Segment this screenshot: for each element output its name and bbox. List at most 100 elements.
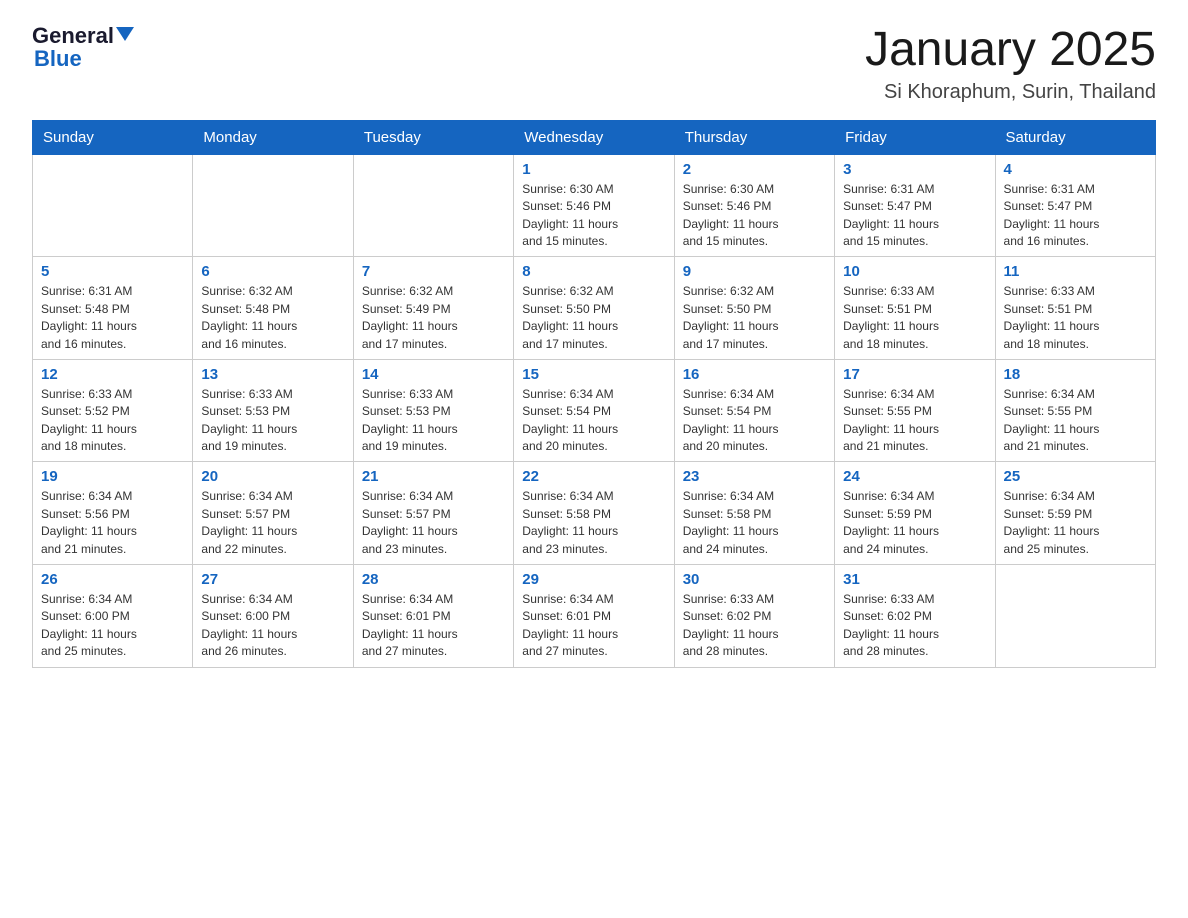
day-number: 18 (1004, 366, 1147, 383)
day-info: Sunrise: 6:31 AM Sunset: 5:47 PM Dayligh… (843, 181, 986, 251)
calendar-body: 1 Sunrise: 6:30 AM Sunset: 5:46 PM Daylig… (33, 154, 1156, 667)
calendar-cell (33, 154, 193, 257)
calendar-cell: 30 Sunrise: 6:33 AM Sunset: 6:02 PM Dayli… (674, 565, 834, 668)
day-info: Sunrise: 6:33 AM Sunset: 5:53 PM Dayligh… (362, 386, 505, 456)
calendar-cell: 17 Sunrise: 6:34 AM Sunset: 5:55 PM Dayli… (835, 359, 995, 462)
calendar-cell: 1 Sunrise: 6:30 AM Sunset: 5:46 PM Daylig… (514, 154, 674, 257)
day-info: Sunrise: 6:32 AM Sunset: 5:50 PM Dayligh… (683, 283, 826, 353)
calendar-cell: 31 Sunrise: 6:33 AM Sunset: 6:02 PM Dayli… (835, 565, 995, 668)
day-number: 22 (522, 468, 665, 485)
day-number: 1 (522, 161, 665, 178)
header-tuesday: Tuesday (353, 120, 513, 154)
day-number: 13 (201, 366, 344, 383)
day-info: Sunrise: 6:34 AM Sunset: 5:58 PM Dayligh… (683, 488, 826, 558)
calendar-cell: 4 Sunrise: 6:31 AM Sunset: 5:47 PM Daylig… (995, 154, 1155, 257)
calendar-cell: 28Sunrise: 6:34 AM Sunset: 6:01 PM Dayli… (353, 565, 513, 668)
day-number: 14 (362, 366, 505, 383)
day-info: Sunrise: 6:34 AM Sunset: 5:59 PM Dayligh… (843, 488, 986, 558)
day-number: 6 (201, 263, 344, 280)
day-number: 2 (683, 161, 826, 178)
day-number: 31 (843, 571, 986, 588)
calendar-cell: 2 Sunrise: 6:30 AM Sunset: 5:46 PM Daylig… (674, 154, 834, 257)
week-row-0: 1 Sunrise: 6:30 AM Sunset: 5:46 PM Daylig… (33, 154, 1156, 257)
week-row-1: 5 Sunrise: 6:31 AM Sunset: 5:48 PM Daylig… (33, 257, 1156, 360)
day-number: 29 (522, 571, 665, 588)
calendar-cell: 5 Sunrise: 6:31 AM Sunset: 5:48 PM Daylig… (33, 257, 193, 360)
day-info: Sunrise: 6:31 AM Sunset: 5:48 PM Dayligh… (41, 283, 184, 353)
day-number: 7 (362, 263, 505, 280)
calendar-cell: 9 Sunrise: 6:32 AM Sunset: 5:50 PM Daylig… (674, 257, 834, 360)
calendar-cell: 16Sunrise: 6:34 AM Sunset: 5:54 PM Dayli… (674, 359, 834, 462)
day-number: 27 (201, 571, 344, 588)
day-info: Sunrise: 6:34 AM Sunset: 6:00 PM Dayligh… (201, 591, 344, 661)
day-number: 20 (201, 468, 344, 485)
calendar-cell: 18 Sunrise: 6:34 AM Sunset: 5:55 PM Dayli… (995, 359, 1155, 462)
calendar-cell: 15 Sunrise: 6:34 AM Sunset: 5:54 PM Dayli… (514, 359, 674, 462)
logo-blue-text: Blue (34, 46, 82, 72)
calendar-cell: 29Sunrise: 6:34 AM Sunset: 6:01 PM Dayli… (514, 565, 674, 668)
day-info: Sunrise: 6:33 AM Sunset: 6:02 PM Dayligh… (843, 591, 986, 661)
calendar-cell: 11 Sunrise: 6:33 AM Sunset: 5:51 PM Dayli… (995, 257, 1155, 360)
calendar-cell: 10 Sunrise: 6:33 AM Sunset: 5:51 PM Dayli… (835, 257, 995, 360)
day-info: Sunrise: 6:34 AM Sunset: 5:55 PM Dayligh… (1004, 386, 1147, 456)
calendar-cell: 6 Sunrise: 6:32 AM Sunset: 5:48 PM Daylig… (193, 257, 353, 360)
calendar-cell: 3 Sunrise: 6:31 AM Sunset: 5:47 PM Daylig… (835, 154, 995, 257)
calendar-table: Sunday Monday Tuesday Wednesday Thursday… (32, 120, 1156, 668)
calendar-cell: 25 Sunrise: 6:34 AM Sunset: 5:59 PM Dayli… (995, 462, 1155, 565)
day-info: Sunrise: 6:33 AM Sunset: 5:51 PM Dayligh… (1004, 283, 1147, 353)
day-number: 9 (683, 263, 826, 280)
calendar-cell: 12 Sunrise: 6:33 AM Sunset: 5:52 PM Dayli… (33, 359, 193, 462)
logo: General Blue (32, 24, 134, 72)
calendar-cell: 7Sunrise: 6:32 AM Sunset: 5:49 PM Daylig… (353, 257, 513, 360)
calendar-cell: 27 Sunrise: 6:34 AM Sunset: 6:00 PM Dayli… (193, 565, 353, 668)
calendar-cell: 20 Sunrise: 6:34 AM Sunset: 5:57 PM Dayli… (193, 462, 353, 565)
header-friday: Friday (835, 120, 995, 154)
day-number: 30 (683, 571, 826, 588)
subtitle: Si Khoraphum, Surin, Thailand (865, 81, 1156, 104)
day-info: Sunrise: 6:33 AM Sunset: 5:53 PM Dayligh… (201, 386, 344, 456)
day-info: Sunrise: 6:34 AM Sunset: 5:54 PM Dayligh… (683, 386, 826, 456)
logo-general-text: General (32, 24, 114, 48)
day-number: 4 (1004, 161, 1147, 178)
calendar-cell: 19Sunrise: 6:34 AM Sunset: 5:56 PM Dayli… (33, 462, 193, 565)
header-saturday: Saturday (995, 120, 1155, 154)
calendar-cell: 22Sunrise: 6:34 AM Sunset: 5:58 PM Dayli… (514, 462, 674, 565)
day-info: Sunrise: 6:34 AM Sunset: 5:57 PM Dayligh… (201, 488, 344, 558)
day-info: Sunrise: 6:32 AM Sunset: 5:48 PM Dayligh… (201, 283, 344, 353)
day-number: 10 (843, 263, 986, 280)
day-number: 8 (522, 263, 665, 280)
day-number: 15 (522, 366, 665, 383)
day-number: 28 (362, 571, 505, 588)
title-section: January 2025 Si Khoraphum, Surin, Thaila… (865, 24, 1156, 104)
day-info: Sunrise: 6:33 AM Sunset: 5:52 PM Dayligh… (41, 386, 184, 456)
day-number: 17 (843, 366, 986, 383)
calendar-cell: 21Sunrise: 6:34 AM Sunset: 5:57 PM Dayli… (353, 462, 513, 565)
day-info: Sunrise: 6:34 AM Sunset: 5:56 PM Dayligh… (41, 488, 184, 558)
day-number: 5 (41, 263, 184, 280)
main-title: January 2025 (865, 24, 1156, 77)
day-info: Sunrise: 6:33 AM Sunset: 6:02 PM Dayligh… (683, 591, 826, 661)
day-info: Sunrise: 6:34 AM Sunset: 5:55 PM Dayligh… (843, 386, 986, 456)
header-thursday: Thursday (674, 120, 834, 154)
day-number: 26 (41, 571, 184, 588)
day-number: 3 (843, 161, 986, 178)
header-sunday: Sunday (33, 120, 193, 154)
calendar-cell: 13 Sunrise: 6:33 AM Sunset: 5:53 PM Dayli… (193, 359, 353, 462)
week-row-3: 19Sunrise: 6:34 AM Sunset: 5:56 PM Dayli… (33, 462, 1156, 565)
day-info: Sunrise: 6:31 AM Sunset: 5:47 PM Dayligh… (1004, 181, 1147, 251)
day-info: Sunrise: 6:30 AM Sunset: 5:46 PM Dayligh… (683, 181, 826, 251)
page-header: General Blue January 2025 Si Khoraphum, … (32, 24, 1156, 104)
day-info: Sunrise: 6:33 AM Sunset: 5:51 PM Dayligh… (843, 283, 986, 353)
calendar-cell: 26 Sunrise: 6:34 AM Sunset: 6:00 PM Dayli… (33, 565, 193, 668)
day-info: Sunrise: 6:34 AM Sunset: 5:54 PM Dayligh… (522, 386, 665, 456)
day-info: Sunrise: 6:30 AM Sunset: 5:46 PM Dayligh… (522, 181, 665, 251)
day-number: 12 (41, 366, 184, 383)
week-row-4: 26 Sunrise: 6:34 AM Sunset: 6:00 PM Dayli… (33, 565, 1156, 668)
day-number: 23 (683, 468, 826, 485)
logo-triangle-icon (116, 27, 134, 41)
day-info: Sunrise: 6:34 AM Sunset: 5:59 PM Dayligh… (1004, 488, 1147, 558)
day-info: Sunrise: 6:34 AM Sunset: 6:00 PM Dayligh… (41, 591, 184, 661)
header-wednesday: Wednesday (514, 120, 674, 154)
day-number: 25 (1004, 468, 1147, 485)
day-number: 11 (1004, 263, 1147, 280)
